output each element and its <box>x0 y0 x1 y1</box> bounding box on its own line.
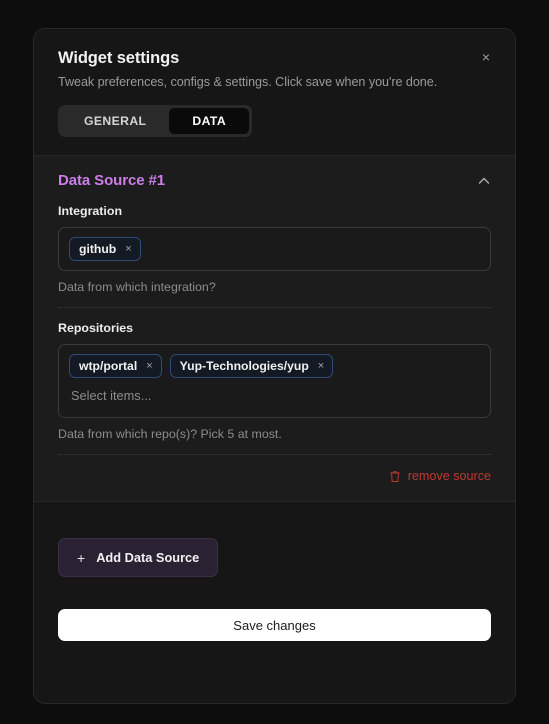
add-data-source-button[interactable]: + Add Data Source <box>58 538 219 577</box>
dialog-footer: + Add Data Source Save changes <box>34 502 515 703</box>
remove-source-button[interactable]: remove source <box>389 469 491 483</box>
chip-remove-icon[interactable]: × <box>125 243 131 255</box>
data-source-panel: Data Source #1 Integration github × Data… <box>34 156 515 502</box>
repositories-input[interactable]: wtp/portal × Yup-Technologies/yup × Sele… <box>58 344 491 418</box>
chip-remove-icon[interactable]: × <box>318 360 324 372</box>
add-data-source-label: Add Data Source <box>96 550 200 565</box>
chevron-up-icon[interactable] <box>477 174 491 188</box>
tab-general[interactable]: GENERAL <box>61 108 169 134</box>
widget-settings-dialog: Widget settings Tweak preferences, confi… <box>33 28 516 704</box>
plus-icon: + <box>77 549 86 566</box>
screen: Widget settings Tweak preferences, confi… <box>0 0 549 724</box>
integration-label: Integration <box>58 204 123 218</box>
data-source-body: Integration github × Data from which int… <box>34 204 515 501</box>
data-source-title: Data Source #1 <box>58 172 165 189</box>
integration-helper-text: Data from which integration? <box>58 280 216 294</box>
dialog-title: Widget settings <box>58 49 180 67</box>
trash-icon <box>389 470 401 483</box>
close-icon[interactable]: × <box>475 46 497 68</box>
chip-label: wtp/portal <box>79 359 138 373</box>
data-source-header[interactable]: Data Source #1 <box>34 156 515 204</box>
remove-source-row: remove source <box>58 469 491 483</box>
divider-dotted-2 <box>58 454 491 455</box>
repositories-label: Repositories <box>58 321 134 335</box>
repositories-helper-text: Data from which repo(s)? Pick 5 at most. <box>58 427 282 441</box>
chip-label: github <box>79 242 117 256</box>
chip-remove-icon[interactable]: × <box>146 360 152 372</box>
chip-github[interactable]: github × <box>69 237 141 261</box>
dialog-header: Widget settings Tweak preferences, confi… <box>34 29 515 155</box>
repositories-placeholder[interactable]: Select items... <box>69 386 480 404</box>
chip-label: Yup-Technologies/yup <box>179 359 309 373</box>
chip-yup-technologies-yup[interactable]: Yup-Technologies/yup × <box>169 354 334 378</box>
tab-group: GENERAL DATA <box>58 105 253 137</box>
save-changes-button[interactable]: Save changes <box>58 609 491 641</box>
divider-dotted-1 <box>58 307 491 308</box>
remove-source-label: remove source <box>407 469 491 483</box>
chip-wtp-portal[interactable]: wtp/portal × <box>69 354 162 378</box>
dialog-subtitle: Tweak preferences, configs & settings. C… <box>58 75 438 89</box>
integration-input[interactable]: github × <box>58 227 491 271</box>
tab-data[interactable]: DATA <box>169 108 250 134</box>
